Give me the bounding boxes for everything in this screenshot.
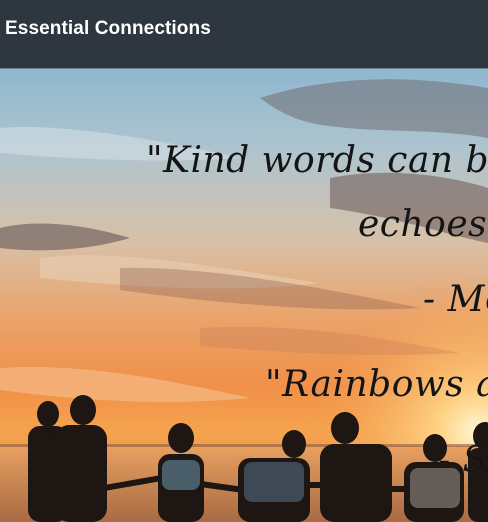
- site-title[interactable]: Essential Connections: [5, 18, 211, 40]
- quote-line-2: echoes ar: [358, 204, 488, 245]
- quote-line-4: "Rainbows apol: [265, 364, 488, 405]
- quote-line-1: "Kind words can be sho: [146, 140, 488, 181]
- quote-line-5: - S: [438, 440, 488, 481]
- top-nav-bar: Essential Connections: [0, 0, 488, 68]
- hero-banner: "Kind words can be sho echoes ar - Mo "R…: [0, 68, 488, 522]
- quote-line-3: - Mo: [423, 279, 488, 320]
- hero-background-image: [0, 68, 488, 522]
